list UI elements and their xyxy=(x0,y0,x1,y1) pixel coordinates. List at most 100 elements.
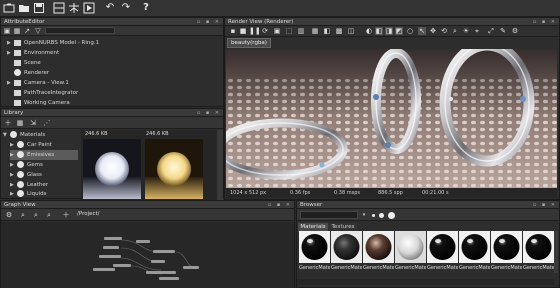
tree-item-materials[interactable]: ▼ Materials xyxy=(3,130,45,140)
graph-node[interactable] xyxy=(99,255,121,258)
thumbnail-emissive-white[interactable] xyxy=(83,139,141,199)
link-icon[interactable]: ↗ xyxy=(23,27,31,35)
browser-scrollbar[interactable] xyxy=(554,231,558,273)
material-item[interactable]: GenericMate xyxy=(427,231,458,273)
settings-icon[interactable]: ⚙ xyxy=(511,27,519,35)
toggle-a-icon[interactable]: ◧ xyxy=(375,27,383,35)
play-icon[interactable] xyxy=(83,2,95,14)
graph-node[interactable] xyxy=(113,264,131,267)
help-icon[interactable]: ? xyxy=(140,2,152,14)
select-icon[interactable]: ▦ xyxy=(13,27,21,35)
tree-item-emissives[interactable]: ▶ Emissives xyxy=(10,150,78,160)
graph-node[interactable] xyxy=(153,250,175,253)
graph-settings-icon[interactable]: ⚙ xyxy=(5,211,13,219)
material-item[interactable]: GenericMate xyxy=(523,231,554,273)
tree-item-gems[interactable]: ▶ Gems xyxy=(10,160,43,170)
save-image-icon[interactable]: ▣ xyxy=(273,27,281,35)
chevron-right-icon[interactable]: ▶ xyxy=(10,160,17,170)
render-viewport[interactable] xyxy=(226,49,557,188)
camera-icon[interactable]: ▪ xyxy=(229,27,237,35)
tree-item-camera[interactable]: ▶ Camera - View.1 xyxy=(7,78,69,88)
stop-icon[interactable]: ■ xyxy=(239,27,247,35)
chevron-right-icon[interactable]: ▶ xyxy=(7,48,14,58)
material-item[interactable]: GenericMate xyxy=(459,231,490,273)
filter-input[interactable] xyxy=(45,27,115,34)
browser-h-scrollbar[interactable] xyxy=(297,279,554,285)
toggle-c-icon[interactable]: ◩ xyxy=(395,27,403,35)
region-icon[interactable]: ⬚ xyxy=(285,27,293,35)
undo-icon[interactable]: ↶ xyxy=(104,2,116,14)
render-settings-icon[interactable] xyxy=(53,2,65,14)
tree-item-working-camera[interactable]: Working Camera xyxy=(14,98,70,108)
folder-new-icon[interactable] xyxy=(3,2,15,14)
browser-search-input[interactable] xyxy=(300,211,358,219)
zoom-in-icon[interactable]: ⌕ xyxy=(19,211,27,219)
material-item[interactable]: GenericMate xyxy=(363,231,394,273)
tab-beauty[interactable]: beauty(rgba) xyxy=(227,38,271,48)
add-node-icon[interactable]: ＋ xyxy=(62,211,70,219)
tree-item-integrator[interactable]: PathTraceIntegrator xyxy=(14,88,78,98)
toggle-b-icon[interactable]: ◨ xyxy=(385,27,393,35)
material-item[interactable]: GenericMate xyxy=(395,231,426,273)
color-wheel-icon[interactable]: ◐ xyxy=(365,27,373,35)
chevron-down-icon[interactable]: ▼ xyxy=(3,130,10,140)
redo-icon[interactable]: ↷ xyxy=(120,2,132,14)
thumbnail-emissive-warm[interactable] xyxy=(145,139,203,199)
zoom-out-icon[interactable]: ⌕ xyxy=(45,211,53,219)
library-scrollbar[interactable] xyxy=(217,130,223,200)
light-icon[interactable]: ☀ xyxy=(462,27,470,35)
size-medium-icon[interactable] xyxy=(379,213,384,218)
compare-icon[interactable]: ◧ xyxy=(323,27,331,35)
dropper-icon[interactable]: ✎ xyxy=(499,27,507,35)
denoise-icon[interactable]: ◫ xyxy=(347,27,355,35)
chevron-right-icon[interactable]: ▶ xyxy=(10,140,17,150)
panel-controls-icon[interactable]: ▫ ▪ ✕ xyxy=(197,109,221,117)
tree-item-car-paint[interactable]: ▶ Car Paint xyxy=(10,140,52,150)
save-icon[interactable] xyxy=(33,2,45,14)
histogram-icon[interactable]: ▥ xyxy=(297,27,305,35)
size-small-icon[interactable] xyxy=(372,214,375,217)
pick-icon[interactable]: ⌖ xyxy=(473,27,481,35)
chevron-down-icon[interactable]: ▾ xyxy=(360,211,368,219)
graph-node[interactable] xyxy=(136,240,150,243)
graph-node[interactable] xyxy=(146,271,176,274)
tree-item-glass[interactable]: ▶ Glass xyxy=(10,170,42,180)
zoom-icon[interactable]: ⌕ xyxy=(451,27,459,35)
refresh-icon[interactable]: ⟳ xyxy=(261,27,269,35)
circle-icon[interactable]: ○ xyxy=(406,27,414,35)
channels-icon[interactable]: ▩ xyxy=(335,27,343,35)
panel-controls-icon[interactable]: ▫ ▪ ✕ xyxy=(533,18,557,26)
fit-icon[interactable]: ⤢ xyxy=(487,27,495,35)
chevron-right-icon[interactable]: ▶ xyxy=(10,170,17,180)
tree-item-model[interactable]: ▶ OpenNURBS Model - Ring.1 xyxy=(7,38,99,48)
tree-item-renderer[interactable]: Renderer xyxy=(14,68,49,78)
material-item[interactable]: GenericMate xyxy=(491,231,522,273)
graph-node[interactable] xyxy=(93,268,115,271)
tree-item-liquids[interactable]: ▶ Liquids xyxy=(10,189,46,199)
zoom-fit-icon[interactable]: ⌕ xyxy=(32,211,40,219)
graph-node[interactable] xyxy=(159,277,179,280)
tree-item-scene[interactable]: Scene xyxy=(14,58,41,68)
scene-icon[interactable] xyxy=(68,2,80,14)
grid-icon[interactable]: ▦ xyxy=(311,27,319,35)
graph-node[interactable] xyxy=(151,260,165,263)
pause-icon[interactable]: ❚❚ xyxy=(249,27,261,35)
size-large-icon[interactable] xyxy=(388,212,395,219)
cursor-icon[interactable]: ↖ xyxy=(418,27,426,35)
rotate-icon[interactable]: ⟲ xyxy=(440,27,448,35)
import-icon[interactable]: ⇲ xyxy=(29,119,37,127)
folder-open-icon[interactable] xyxy=(18,2,30,14)
material-item[interactable]: GenericMate xyxy=(299,231,330,273)
panel-controls-icon[interactable]: ▫ ▪ ✕ xyxy=(197,18,221,26)
graph-node[interactable] xyxy=(103,246,119,249)
material-item[interactable]: GenericMate xyxy=(331,231,362,273)
move-icon[interactable]: ✥ xyxy=(429,27,437,35)
tree-item-environment[interactable]: ▶ Environment xyxy=(7,48,59,58)
chevron-right-icon[interactable]: ▶ xyxy=(7,38,14,48)
graph-canvas[interactable] xyxy=(1,222,294,288)
panel-controls-icon[interactable]: ▫ ▪ ✕ xyxy=(533,201,557,209)
add-icon[interactable]: ＋ xyxy=(4,119,12,127)
chevron-right-icon[interactable]: ▶ xyxy=(10,150,17,160)
graph-node[interactable] xyxy=(104,237,122,240)
graph-node[interactable] xyxy=(183,266,199,269)
